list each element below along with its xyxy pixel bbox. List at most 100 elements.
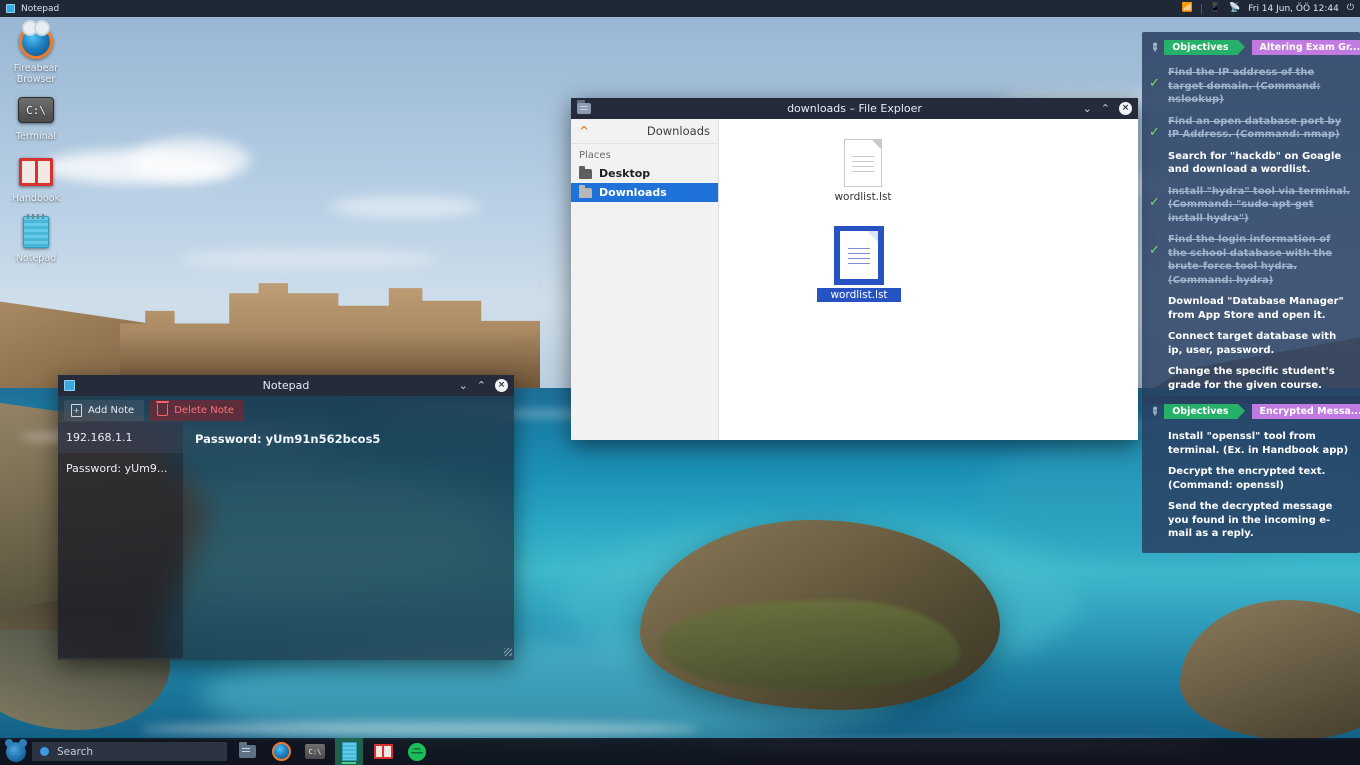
note-list-item[interactable]: 192.168.1.1 [58, 422, 183, 453]
file-item-selected[interactable]: wordlist.lst [817, 226, 901, 302]
terminal-icon: C:\ [2, 92, 70, 128]
objective-item[interactable]: Change the specific student's grade for … [1142, 361, 1360, 396]
delete-note-button[interactable]: Delete Note [150, 400, 244, 421]
objective-item[interactable]: ✓ Find an open database port by IP Addre… [1142, 111, 1360, 146]
close-button[interactable]: × [495, 379, 508, 392]
wallpaper-rock-moss [660, 600, 960, 690]
minimize-button[interactable]: ⌄ [1083, 103, 1092, 114]
objective-text: Search for "hackdb" on Goagle and downlo… [1168, 150, 1351, 177]
notepad-icon [64, 380, 75, 391]
sidebar-item-desktop[interactable]: Desktop [571, 164, 718, 183]
taskbar-item-terminal[interactable]: C:\ [301, 738, 329, 765]
objective-item[interactable]: ✓ Find the login information of the scho… [1142, 229, 1360, 291]
objective-text: Connect target database with ip, user, p… [1168, 330, 1351, 357]
objective-text: Decrypt the encrypted text. (Command: op… [1168, 465, 1351, 492]
notepad-body: Add Note Delete Note 192.168.1.1 Passwor… [58, 396, 514, 660]
start-button-bear-logo-icon[interactable] [6, 742, 26, 762]
notepad-titlebar[interactable]: Notepad ⌄ ⌃ × [58, 375, 514, 396]
add-note-button[interactable]: Add Note [64, 400, 144, 421]
taskbar-item-notepad[interactable] [335, 738, 363, 765]
objective-status [1149, 430, 1161, 442]
system-clock[interactable]: Fri 14 Jun, ÖÖ 12:44 [1248, 4, 1339, 14]
desktop-screen: Notepad 📶 📱 📡 Fri 14 Jun, ÖÖ 12:44 ⏻ Fir… [0, 0, 1360, 765]
objective-status: ✓ [1149, 115, 1161, 141]
objective-status [1149, 365, 1161, 377]
objective-item[interactable]: Search for "hackdb" on Goagle and downlo… [1142, 146, 1360, 181]
quest-badge: Encrypted Messa... [1252, 404, 1360, 419]
objective-item[interactable]: Install "openssl" tool from terminal. (E… [1142, 426, 1360, 461]
desktop-icon-fireabear-browser[interactable]: Fireabear Browser [2, 24, 70, 85]
fireabear-browser-icon [2, 24, 70, 60]
breadcrumb: Downloads [647, 124, 710, 138]
desktop-icon-label: Fireabear Browser [2, 63, 70, 85]
fireabear-browser-icon [272, 742, 291, 761]
phone-icon[interactable]: 📱 [1210, 4, 1221, 13]
note-list: 192.168.1.1 Password: yUm9... [58, 422, 183, 658]
signal-icon[interactable]: 📶 [1182, 4, 1193, 13]
file-icon [844, 139, 882, 187]
note-editor[interactable]: Password: yUm91n562bcos5 [183, 422, 514, 658]
sidebar-item-label: Desktop [599, 167, 650, 180]
objective-item[interactable]: Download "Database Manager" from App Sto… [1142, 291, 1360, 326]
power-icon[interactable]: ⏻ [1347, 4, 1354, 13]
objective-item[interactable]: ✓ Find the IP address of the target doma… [1142, 62, 1360, 111]
taskbar-search-input[interactable]: Search [32, 742, 227, 761]
file-explorer-icon [239, 745, 256, 758]
file-item[interactable]: wordlist.lst [821, 139, 905, 203]
objectives-badge: Objectives [1164, 404, 1237, 419]
folder-icon [579, 169, 592, 179]
objective-status [1149, 465, 1161, 477]
objective-text: Install "openssl" tool from terminal. (E… [1168, 430, 1351, 457]
maximize-button[interactable]: ⌃ [477, 380, 486, 391]
note-list-item[interactable]: Password: yUm9... [58, 453, 183, 484]
desktop-icon-label: Handbook [2, 193, 70, 204]
objective-status [1149, 500, 1161, 512]
folder-icon [579, 188, 592, 198]
handbook-icon [374, 744, 393, 759]
wallpaper-cloud [130, 138, 250, 182]
active-app-name: Notepad [21, 4, 59, 14]
objectives-badge: Objectives [1164, 40, 1237, 55]
search-icon [40, 747, 49, 756]
taskbar-item-spotify[interactable] [403, 738, 431, 765]
file-explorer-sidebar: ^ Downloads Places Desktop Downloads [571, 119, 719, 440]
file-explorer-icon [577, 103, 591, 114]
objective-item[interactable]: Decrypt the encrypted text. (Command: op… [1142, 461, 1360, 496]
pin-icon[interactable]: ✎ [1147, 404, 1161, 418]
search-placeholder: Search [57, 746, 93, 758]
objective-item[interactable]: Send the decrypted message you found in … [1142, 496, 1360, 545]
taskbar-item-file-explorer[interactable] [233, 738, 261, 765]
terminal-glyph: C:\ [18, 97, 54, 123]
maximize-button[interactable]: ⌃ [1101, 103, 1110, 114]
file-name: wordlist.lst [817, 288, 901, 302]
desktop-icon-terminal[interactable]: C:\ Terminal [2, 92, 70, 142]
file-explorer-titlebar[interactable]: downloads – File Exploer ⌄ ⌃ × [571, 98, 1138, 119]
objective-status [1149, 295, 1161, 307]
notepad-icon [6, 4, 15, 13]
file-explorer-window: downloads – File Exploer ⌄ ⌃ × ^ Downloa… [571, 98, 1138, 440]
notepad-window: Notepad ⌄ ⌃ × Add Note Delete Note [58, 375, 514, 660]
handbook-icon [2, 154, 70, 190]
resize-handle[interactable] [504, 648, 512, 656]
objective-item[interactable]: ✓ Install "hydra" tool via terminal. (Co… [1142, 181, 1360, 230]
file-explorer-content[interactable]: wordlist.lst wordlist.lst [719, 119, 1138, 440]
navigate-up-icon[interactable]: ^ [579, 124, 589, 138]
close-button[interactable]: × [1119, 102, 1132, 115]
desktop-icon-handbook[interactable]: Handbook [2, 154, 70, 204]
objective-text: Find the login information of the school… [1168, 233, 1351, 287]
places-heading: Places [571, 144, 718, 164]
file-explorer-body: ^ Downloads Places Desktop Downloads wor… [571, 119, 1138, 440]
wifi-icon[interactable]: 📡 [1229, 4, 1240, 13]
taskbar-item-fireabear-browser[interactable] [267, 738, 295, 765]
quest-badge: Altering Exam Gr... [1252, 40, 1360, 55]
sidebar-item-downloads[interactable]: Downloads [571, 183, 718, 202]
objective-text: Find an open database port by IP Address… [1168, 115, 1351, 142]
taskbar-item-handbook[interactable] [369, 738, 397, 765]
file-explorer-navbar: ^ Downloads [571, 119, 718, 144]
pin-icon[interactable]: ✎ [1147, 40, 1161, 54]
objective-text: Install "hydra" tool via terminal. (Comm… [1168, 185, 1351, 226]
desktop-icon-notepad[interactable]: Notepad [2, 214, 70, 264]
objective-item[interactable]: Connect target database with ip, user, p… [1142, 326, 1360, 361]
minimize-button[interactable]: ⌄ [459, 380, 468, 391]
desktop-icon-label: Terminal [2, 131, 70, 142]
